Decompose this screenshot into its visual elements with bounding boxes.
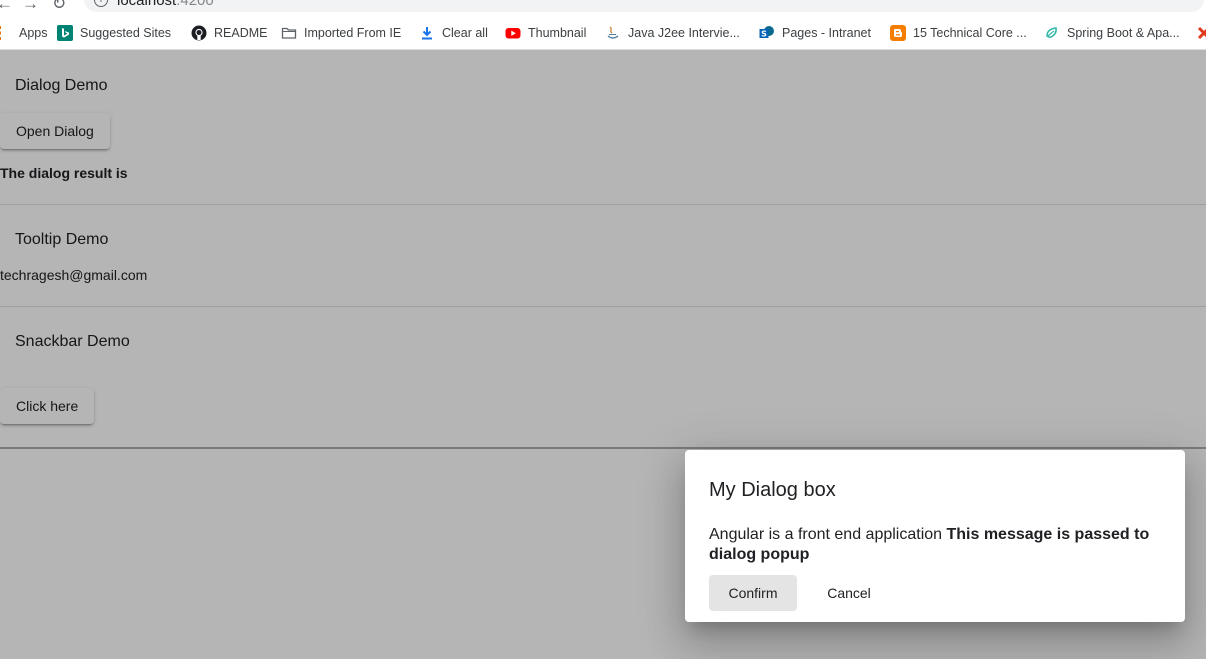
blogger-icon [890,25,906,41]
youtube-icon [505,25,521,41]
content-bottom-edge [0,447,1206,449]
bookmark-pages-intranet[interactable]: S Pages - Intranet [759,24,871,42]
bookmark-label: Pages - Intranet [782,26,871,40]
bookmark-suggested-sites[interactable]: Suggested Sites [57,24,171,42]
bing-icon [57,25,73,41]
bookmark-label: Spring Boot & Apa... [1067,26,1180,40]
bookmarks-bar: Apps Suggested Sites README Imported Fro… [0,14,1206,50]
bookmark-label: Thumbnail [528,26,587,40]
bookmark-apps[interactable]: Apps [0,24,48,42]
bookmark-label: Suggested Sites [80,26,172,40]
apps-grid-icon [0,25,12,41]
url-text[interactable]: localhost:4200 [117,0,214,9]
confirm-button[interactable]: Confirm [709,575,797,611]
reload-icon[interactable]: ↻ [52,0,66,14]
bookmark-label: README [214,26,268,40]
github-icon [191,25,207,41]
forward-arrow-icon[interactable]: → [22,0,39,14]
red-x-icon [1196,25,1206,41]
back-arrow-icon[interactable]: ← [0,0,13,14]
bookmark-label: Imported From IE [304,26,402,40]
java-icon [605,25,621,41]
sharepoint-icon: S [759,25,775,41]
page-viewport: Dialog Demo Open Dialog The dialog resul… [0,50,1206,659]
bookmark-thumbnail[interactable]: Thumbnail [505,24,586,42]
bookmark-label: 15 Technical Core ... [913,26,1027,40]
bookmark-label: Clear all [442,26,488,40]
bookmark-imported-from-ie[interactable]: Imported From IE [281,24,401,42]
bookmark-overflow[interactable] [1196,24,1206,42]
dialog-title: My Dialog box [709,479,836,501]
address-bar-strip: ← → ↻ i localhost:4200 [0,0,1206,14]
cancel-button[interactable]: Cancel [813,575,885,611]
download-icon [419,25,435,41]
dialog-message: Angular is a front end application This … [709,525,1159,565]
bookmark-clear-all[interactable]: Clear all [419,24,488,42]
folder-icon [281,25,297,41]
my-dialog: My Dialog box Angular is a front end app… [685,450,1185,622]
bookmark-java-j2ee[interactable]: Java J2ee Intervie... [605,24,740,42]
spring-icon [1044,25,1060,41]
bookmark-spring-boot[interactable]: Spring Boot & Apa... [1044,24,1180,42]
bookmark-readme[interactable]: README [191,24,267,42]
bookmark-label: Apps [19,26,48,40]
dialog-message-plain: Angular is a front end application [709,526,947,543]
omnibox[interactable] [84,0,1204,12]
bookmark-technical-core[interactable]: 15 Technical Core ... [890,24,1027,42]
svg-text:S: S [761,30,767,39]
bookmark-label: Java J2ee Intervie... [628,26,740,40]
